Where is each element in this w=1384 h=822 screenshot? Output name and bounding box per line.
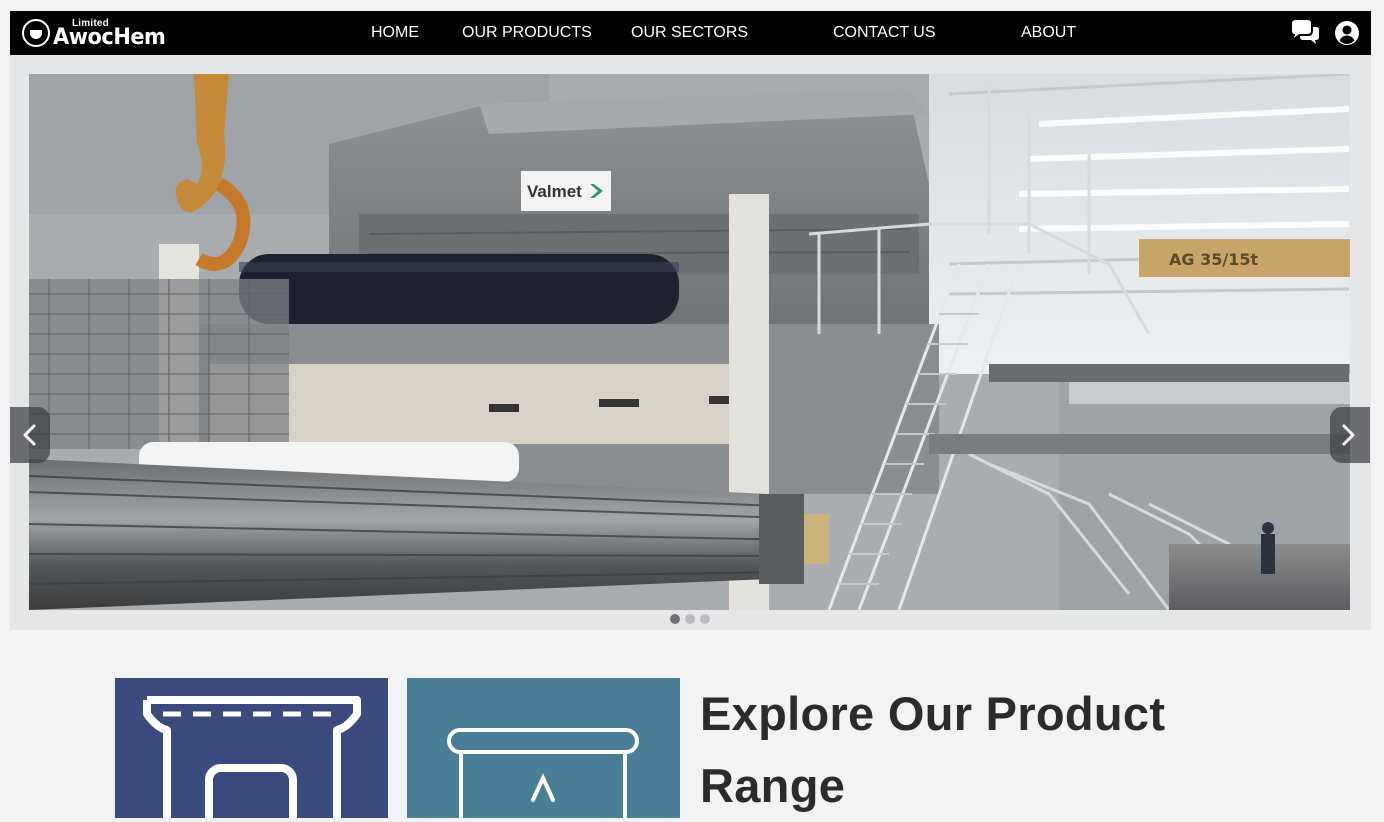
carousel-indicator-dot[interactable] bbox=[700, 614, 710, 624]
carousel-indicator-dot[interactable] bbox=[670, 614, 680, 624]
product-container-icon bbox=[447, 728, 639, 818]
product-tile-navy[interactable] bbox=[115, 678, 388, 818]
logo-drop-icon bbox=[22, 19, 50, 47]
carousel-indicators bbox=[670, 614, 710, 624]
top-navbar: Limited AwocHem HOME OUR PRODUCTS OUR SE… bbox=[10, 11, 1371, 55]
user-account-icon[interactable] bbox=[1334, 20, 1362, 46]
brand-logo[interactable]: Limited AwocHem bbox=[22, 17, 166, 49]
product-tile-teal[interactable] bbox=[407, 678, 680, 818]
nav-our-products[interactable]: OUR PRODUCTS bbox=[462, 24, 592, 42]
carousel-prev-button[interactable] bbox=[10, 407, 50, 463]
chevron-left-icon bbox=[23, 424, 36, 446]
product-machine-icon bbox=[143, 696, 361, 818]
carousel-indicator-dot[interactable] bbox=[685, 614, 695, 624]
nav-our-sectors[interactable]: OUR SECTORS bbox=[631, 24, 748, 42]
nav-about[interactable]: ABOUT bbox=[1021, 24, 1076, 42]
crane-label: AG 35/15t bbox=[1169, 250, 1258, 269]
nav-contact-us[interactable]: CONTACT US bbox=[833, 24, 936, 42]
logo-name-text: AwocHem bbox=[53, 25, 166, 50]
chevron-right-icon bbox=[1342, 424, 1355, 446]
carousel-next-button[interactable] bbox=[1330, 407, 1370, 463]
hero-carousel: AG 35/15t Valmet bbox=[10, 55, 1371, 630]
nav-home[interactable]: HOME bbox=[371, 24, 419, 42]
top-strip bbox=[0, 0, 1384, 10]
logo-wordmark: Limited AwocHem bbox=[53, 17, 166, 49]
explore-products-heading: Explore Our Product Range bbox=[700, 687, 1166, 812]
valmet-sign-text: Valmet bbox=[527, 182, 582, 201]
chat-bubbles-icon[interactable] bbox=[1290, 20, 1319, 46]
carousel-slide-image: AG 35/15t Valmet bbox=[29, 74, 1350, 610]
